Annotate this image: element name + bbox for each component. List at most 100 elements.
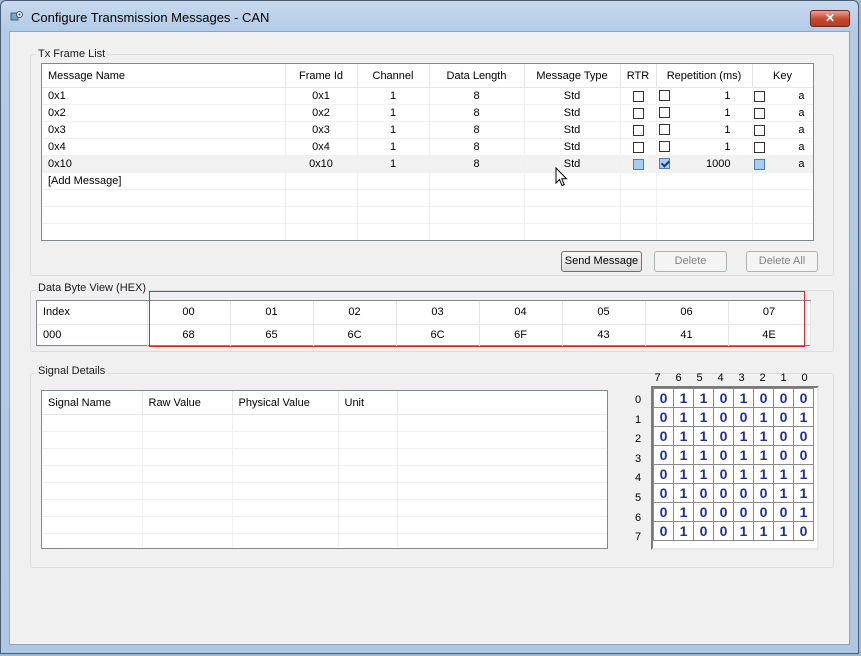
- repetition-checkbox[interactable]: [658, 124, 670, 135]
- signal-empty-row: [42, 414, 607, 432]
- table-row[interactable]: 0x4 0x4 1 8 Std 1 a: [42, 138, 813, 156]
- empty-cell: [142, 516, 233, 534]
- empty-cell: [285, 223, 358, 240]
- empty-cell: [142, 533, 233, 548]
- empty-cell: [397, 414, 607, 432]
- rtr-checkbox-cell: [620, 138, 657, 156]
- empty-cell: [656, 172, 753, 190]
- signal-column-header[interactable]: Physical Value: [232, 391, 339, 415]
- title-bar[interactable]: Configure Transmission Messages - CAN ✕: [1, 1, 858, 31]
- bit-cell: 0: [693, 502, 714, 522]
- signal-column-header[interactable]: Unit: [338, 391, 398, 415]
- key-checkbox[interactable]: [753, 141, 765, 153]
- rtr-checkbox[interactable]: [632, 158, 644, 170]
- signal-column-header[interactable]: Raw Value: [142, 391, 233, 415]
- bit-column-label: 0: [801, 372, 808, 384]
- key-checkbox[interactable]: [753, 90, 765, 102]
- empty-cell: [524, 189, 621, 207]
- repetition-checkbox[interactable]: [658, 141, 670, 152]
- empty-cell: [232, 482, 339, 500]
- empty-cell: [42, 414, 143, 432]
- empty-cell: [42, 516, 143, 534]
- empty-cell: [397, 516, 607, 534]
- channel: 1: [357, 121, 430, 139]
- send-message-button[interactable]: Send Message: [561, 251, 642, 272]
- empty-cell: [656, 206, 753, 224]
- bit-cell: 1: [693, 426, 714, 446]
- empty-cell: [142, 465, 233, 483]
- table-row[interactable]: 0x3 0x3 1 8 Std 1 a: [42, 121, 813, 139]
- delete-button[interactable]: Delete: [654, 251, 727, 272]
- table-row[interactable]: 0x2 0x2 1 8 Std 1 a: [42, 104, 813, 122]
- bit-cell: 1: [733, 445, 754, 465]
- bit-cell: 0: [653, 521, 674, 541]
- empty-cell: [429, 172, 525, 190]
- empty-cell: [397, 431, 607, 449]
- rtr-checkbox[interactable]: [632, 141, 644, 153]
- repetition-checkbox[interactable]: [658, 107, 670, 118]
- repetition-cell: 1: [656, 138, 753, 156]
- key-cell: a: [752, 87, 813, 105]
- column-header[interactable]: Frame Id: [285, 64, 358, 88]
- close-button[interactable]: ✕: [810, 10, 850, 27]
- empty-cell: [656, 189, 753, 207]
- key-checkbox[interactable]: [753, 124, 765, 136]
- bit-cell: 0: [773, 388, 794, 408]
- empty-row: [42, 189, 813, 207]
- data-length: 8: [429, 104, 525, 122]
- empty-cell: [42, 431, 143, 449]
- signal-empty-row: [42, 482, 607, 500]
- bit-cell: 0: [773, 502, 794, 522]
- mouse-cursor-icon: [555, 167, 568, 187]
- bit-cell: 1: [753, 426, 774, 446]
- column-header[interactable]: Channel: [357, 64, 430, 88]
- column-header[interactable]: Data Length: [429, 64, 525, 88]
- empty-cell: [397, 482, 607, 500]
- signal-details-listview[interactable]: Signal Name Raw Value Physical Value Unit: [41, 390, 608, 549]
- hex-row-index: 000: [37, 324, 148, 347]
- bit-cell: 0: [713, 464, 734, 484]
- repetition-cell: 1: [656, 87, 753, 105]
- tx-frame-listview[interactable]: Message Name Frame Id Channel Data Length Me…: [41, 63, 814, 241]
- bit-cell: 1: [753, 445, 774, 465]
- empty-cell: [620, 206, 657, 224]
- add-message-item[interactable]: [Add Message]: [42, 172, 286, 190]
- rtr-checkbox[interactable]: [632, 90, 644, 102]
- repetition-checkbox[interactable]: [658, 158, 670, 169]
- highlight-rectangle: [149, 291, 805, 347]
- rtr-checkbox[interactable]: [632, 124, 644, 136]
- bit-cell: 0: [713, 388, 734, 408]
- column-header[interactable]: RTR: [620, 64, 657, 88]
- bit-cell: 1: [793, 502, 814, 522]
- add-message-row[interactable]: [Add Message]: [42, 172, 813, 190]
- signal-details-label: Signal Details: [36, 365, 108, 377]
- column-header[interactable]: Message Type: [524, 64, 621, 88]
- column-header[interactable]: Repetition (ms): [656, 64, 753, 88]
- bit-cell: 1: [733, 521, 754, 541]
- key-checkbox[interactable]: [753, 158, 765, 170]
- signal-column-filler: [397, 391, 607, 415]
- bit-cell: 1: [773, 483, 794, 503]
- bit-cell: 1: [773, 521, 794, 541]
- empty-cell: [752, 223, 813, 240]
- bit-row: 01101111: [653, 464, 814, 484]
- message-name: 0x2: [42, 104, 286, 122]
- data-length: 8: [429, 121, 525, 139]
- table-row[interactable]: 0x1 0x1 1 8 Std 1 a: [42, 87, 813, 105]
- column-header[interactable]: Message Name: [42, 64, 286, 88]
- repetition-checkbox[interactable]: [658, 90, 670, 101]
- signal-column-header[interactable]: Signal Name: [42, 391, 143, 415]
- bit-table: 0110100001100101011011000110110001101111…: [653, 388, 814, 541]
- hex-index-header: Index: [37, 301, 148, 325]
- column-header[interactable]: Key: [752, 64, 813, 88]
- rtr-checkbox[interactable]: [632, 107, 644, 119]
- bit-cell: 0: [713, 521, 734, 541]
- key-checkbox[interactable]: [753, 107, 765, 119]
- bit-row-label: 3: [634, 452, 642, 465]
- empty-cell: [232, 414, 339, 432]
- delete-all-button[interactable]: Delete All: [746, 251, 818, 272]
- table-row[interactable]: 0x10 0x10 1 8 Std 1000 a: [42, 155, 813, 173]
- bit-cell: 0: [753, 502, 774, 522]
- bit-cell: 0: [713, 426, 734, 446]
- signal-empty-row: [42, 465, 607, 483]
